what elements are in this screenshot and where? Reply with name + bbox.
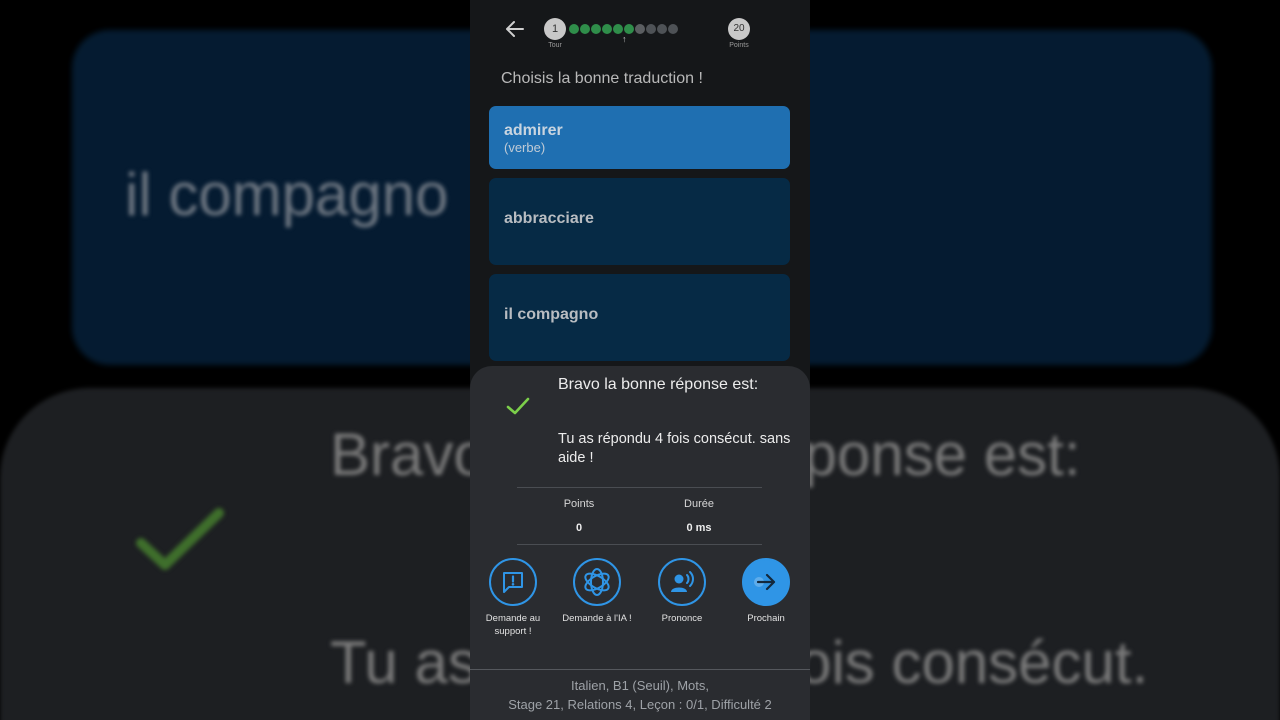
phone-screen: 1 Tour ↑ 20 Points Choisis la bonne trad…: [470, 0, 810, 720]
answer-option-1[interactable]: admirer (verbe): [489, 106, 790, 169]
progress-dot-done: [569, 24, 579, 34]
lesson-info: Italien, B1 (Seuil), Mots, Stage 21, Rel…: [470, 676, 810, 714]
progress-dot-todo: [668, 24, 678, 34]
answer-option-type: (verbe): [504, 140, 546, 155]
points-stat-label: Points: [563, 498, 595, 510]
footer-divider: [470, 669, 810, 670]
points-label: Points: [729, 42, 749, 49]
ai-openai-icon: [573, 558, 621, 606]
points-stat-value: 0: [575, 522, 583, 534]
bg-check-icon: [136, 508, 224, 570]
duration-stat-label: Durée: [684, 498, 714, 510]
arrow-right-icon: [742, 558, 790, 606]
progress-dot-current: [635, 24, 645, 34]
duration-stat-value: 0 ms: [686, 522, 712, 534]
progress-dot-todo: [646, 24, 656, 34]
next-label: Prochain: [747, 613, 785, 624]
progress-dot-done: [580, 24, 590, 34]
result-title: Bravo la bonne réponse est:: [558, 376, 759, 393]
result-message: Tu as répondu 4 fois consécut. sans aide…: [558, 431, 791, 466]
round-badge: 1: [544, 18, 566, 40]
check-icon: [506, 397, 530, 415]
ask-ai-button[interactable]: Demande à l'IA !: [557, 558, 637, 626]
support-alert-icon: [489, 558, 537, 606]
next-button[interactable]: Prochain: [726, 558, 806, 626]
progress-dot-done: [624, 24, 634, 34]
result-sheet: Bravo la bonne réponse est: Tu as répond…: [470, 366, 810, 720]
pronounce-label: Prononce: [661, 613, 703, 624]
answer-option-word: abbracciare: [504, 210, 594, 227]
ask-support-label: Demande au support !: [485, 613, 541, 637]
lesson-info-line-1: Italien, B1 (Seuil), Mots,: [571, 678, 709, 693]
question-prompt: Choisis la bonne traduction !: [501, 70, 703, 87]
ask-support-button[interactable]: Demande au support !: [473, 558, 553, 638]
round-label: Tour: [548, 42, 562, 49]
progress-marker-icon: ↑: [622, 34, 627, 44]
progress-dots: [569, 24, 678, 34]
answer-option-2[interactable]: abbracciare: [489, 178, 790, 265]
progress-dot-done: [602, 24, 612, 34]
progress-dot-done: [613, 24, 623, 34]
progress-dot-todo: [657, 24, 667, 34]
top-bar: 1 Tour ↑ 20 Points: [470, 0, 810, 60]
answer-option-3[interactable]: il compagno: [489, 274, 790, 361]
divider: [517, 544, 762, 545]
back-arrow-icon[interactable]: [503, 17, 527, 41]
progress-dot-done: [591, 24, 601, 34]
bg-option-text: il compagno: [125, 161, 449, 228]
divider: [517, 487, 762, 488]
points-badge: 20: [728, 18, 750, 40]
answer-option-word: admirer: [504, 122, 563, 139]
pronounce-button[interactable]: Prononce: [642, 558, 722, 626]
ask-ai-label: Demande à l'IA !: [562, 613, 632, 624]
answer-option-word: il compagno: [504, 306, 599, 323]
lesson-info-line-2: Stage 21, Relations 4, Leçon : 0/1, Diff…: [508, 697, 772, 712]
speak-icon: [658, 558, 706, 606]
